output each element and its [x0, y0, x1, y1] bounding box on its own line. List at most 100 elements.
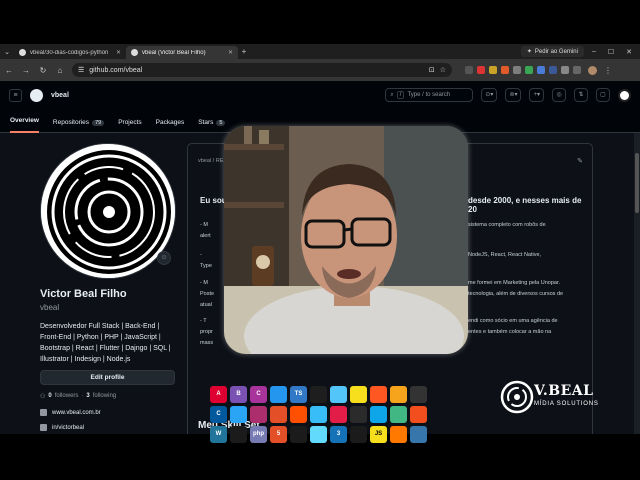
extension-icon[interactable] [465, 66, 473, 74]
maximize-icon[interactable]: ☐ [608, 48, 614, 56]
close-tab-icon[interactable]: ✕ [116, 49, 121, 56]
menu-dots-icon[interactable]: ⋮ [604, 66, 612, 75]
skill-icon [270, 406, 287, 423]
tab-title: vbeal (Victor Beal Filho) [142, 49, 206, 56]
tab-label: Overview [10, 117, 39, 124]
linkedin-link[interactable]: in/victorbeal [52, 425, 84, 431]
brand-circle-icon [500, 380, 534, 414]
create-new-button[interactable]: +▾ [529, 88, 544, 102]
count-badge: 5 [216, 119, 226, 126]
extension-icon[interactable] [489, 66, 497, 74]
readme-heading-left: Eu sou [200, 196, 227, 205]
tab-search-icon[interactable]: ⌄ [0, 48, 14, 56]
new-tab-button[interactable]: + [238, 47, 250, 56]
skill-icon [350, 426, 367, 443]
close-window-icon[interactable]: ✕ [626, 48, 632, 56]
github-logo-icon[interactable] [30, 88, 43, 102]
skill-icon [230, 406, 247, 423]
skill-icon [350, 386, 367, 403]
bookmark-star-icon[interactable]: ☆ [440, 66, 446, 74]
count-badge: 79 [92, 119, 105, 126]
skill-icon [370, 386, 387, 403]
separator: · [81, 393, 84, 399]
scrollbar-thumb[interactable] [635, 153, 639, 213]
address-bar: ← → ↻ ⌂ ☰ github.com/vbeal ⊡ ☆ ⋮ [0, 59, 640, 81]
skill-icon: 3 [330, 426, 347, 443]
readme-line: - M [200, 280, 208, 286]
reload-icon[interactable]: ↻ [38, 66, 48, 75]
forward-icon[interactable]: → [21, 66, 31, 75]
extension-icon[interactable] [501, 66, 509, 74]
skill-icon: W [210, 426, 227, 443]
url-bar[interactable]: ☰ github.com/vbeal ⊡ ☆ [72, 63, 452, 77]
set-status-icon[interactable]: ☺ [157, 251, 171, 265]
linkedin-icon [40, 424, 47, 431]
puzzle-icon[interactable] [561, 66, 569, 74]
readme-line: alert [200, 233, 211, 239]
gemini-button[interactable]: ✦ Pedir ao Gemini [520, 46, 584, 57]
sidebar-icon[interactable] [573, 66, 581, 74]
profile-avatar[interactable] [40, 143, 176, 279]
video-frame: ⌄ vbeal/30-dias-codigos-python ✕ vbeal (… [0, 0, 640, 480]
home-icon[interactable]: ⌂ [55, 66, 65, 75]
skill-icon [410, 386, 427, 403]
readme-line: tecnologia, além de diversos cursos de [468, 291, 564, 297]
tab-label: Projects [118, 119, 142, 126]
profile-name: Victor Beal Filho [40, 288, 127, 300]
following-count[interactable]: 3 [86, 393, 89, 400]
minimize-icon[interactable]: – [592, 48, 596, 56]
extension-icon[interactable] [537, 66, 545, 74]
header-username[interactable]: vbeal [51, 92, 69, 99]
edit-pencil-icon[interactable]: ✎ [577, 157, 583, 165]
tab-packages[interactable]: Packages [156, 119, 185, 133]
extension-icon[interactable] [477, 66, 485, 74]
skill-icon [390, 426, 407, 443]
profile-login: vbeal [40, 303, 60, 312]
skill-icon [290, 406, 307, 423]
skill-icons-grid: A B C TS C Wphp 5 3 JS [210, 386, 510, 443]
website-link[interactable]: www.vbeal.com.br [52, 410, 101, 416]
following-link[interactable]: following [93, 393, 116, 400]
readme-line: atual [200, 302, 212, 308]
presenter-video [224, 126, 468, 354]
close-tab-icon[interactable]: ✕ [228, 49, 233, 56]
user-avatar[interactable] [618, 88, 631, 102]
tab-profile[interactable]: vbeal (Victor Beal Filho) ✕ [126, 46, 238, 59]
copilot-menu-button[interactable]: ⊚▾ [505, 88, 522, 102]
tab-repository[interactable]: vbeal/30-dias-codigos-python ✕ [14, 46, 126, 59]
extension-icon[interactable] [513, 66, 521, 74]
issues-icon[interactable]: ◎ [552, 88, 566, 102]
tab-projects[interactable]: Projects [118, 119, 141, 133]
followers-link[interactable]: followers [55, 393, 79, 400]
edit-profile-button[interactable]: Edit profile [40, 370, 175, 385]
extension-icon[interactable] [549, 66, 557, 74]
search-icon: ⌕ [390, 91, 394, 98]
extension-icon[interactable] [525, 66, 533, 74]
tab-overview[interactable]: Overview [10, 117, 39, 133]
gemini-label: Pedir ao Gemini [534, 48, 578, 55]
copilot-button[interactable]: ⊙▾ [481, 88, 498, 102]
pull-requests-icon[interactable]: ⇅ [574, 88, 588, 102]
browser-profile-avatar[interactable] [588, 65, 597, 75]
skill-icon [310, 406, 327, 423]
page-scrollbar[interactable] [634, 133, 640, 434]
people-icon: ⚇ [40, 394, 46, 400]
readme-line: - M [200, 222, 208, 228]
tab-repositories[interactable]: Repositories 79 [53, 119, 105, 133]
hamburger-menu-icon[interactable]: ≡ [9, 88, 22, 102]
followers-count[interactable]: 0 [48, 393, 51, 400]
readme-path[interactable]: vbeal / RE [198, 158, 223, 164]
linkedin-row: in/victorbeal [40, 424, 84, 431]
inbox-icon[interactable]: ▢ [596, 88, 610, 102]
install-app-icon[interactable]: ⊡ [429, 66, 435, 74]
skill-icon [390, 386, 407, 403]
site-info-icon[interactable]: ☰ [78, 66, 84, 74]
readme-line: NodeJS, React, React Native, [468, 252, 542, 258]
readme-line: - [200, 252, 202, 258]
search-input[interactable]: ⌕ / Type / to search [385, 88, 474, 102]
readme-line: sistema completo com robôs de [468, 222, 546, 228]
gemini-icon: ✦ [526, 49, 532, 55]
back-icon[interactable]: ← [4, 66, 14, 75]
website-row: www.vbeal.com.br [40, 409, 101, 416]
tab-stars[interactable]: Stars 5 [198, 119, 226, 133]
